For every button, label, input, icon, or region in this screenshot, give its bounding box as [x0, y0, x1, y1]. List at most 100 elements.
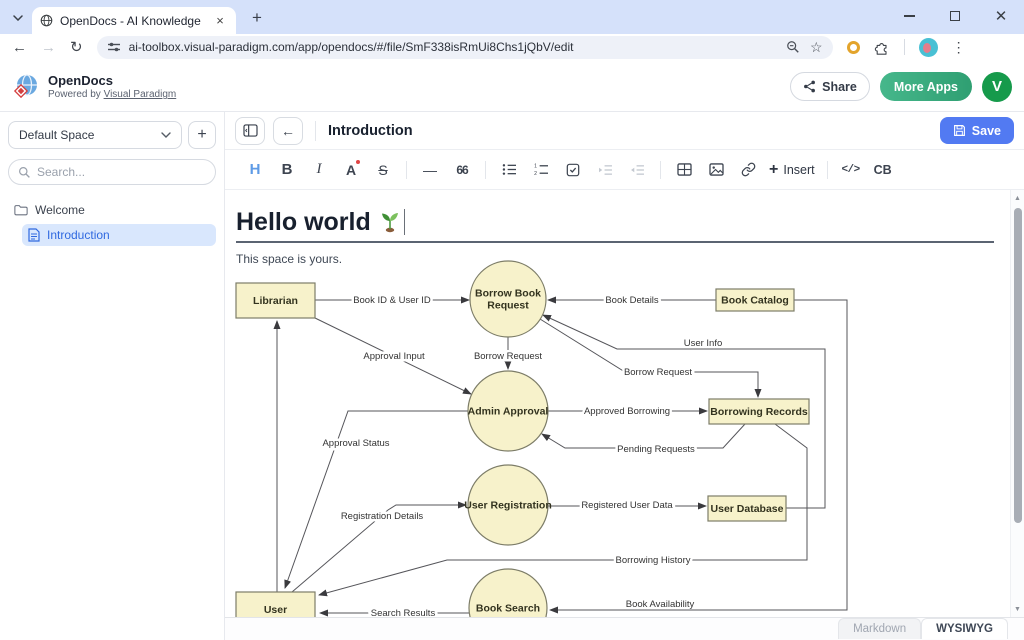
back-button[interactable]: ← [12, 39, 27, 56]
reload-button[interactable]: ↻ [70, 38, 83, 56]
node-user-registration: User Registration [464, 465, 552, 545]
sidebar-item-introduction[interactable]: Introduction [22, 224, 216, 246]
dfd-diagram[interactable]: LibrarianBorrow BookRequestBook CatalogA… [230, 258, 1008, 617]
node-user-database: User Database [708, 496, 786, 521]
chevron-down-icon [161, 132, 171, 138]
text-cursor [404, 209, 406, 235]
search-icon [18, 166, 31, 179]
node-librarian: Librarian [236, 283, 315, 318]
document-heading: Hello world [236, 208, 994, 243]
tree-item-label: Welcome [35, 203, 85, 217]
flow-edge [540, 319, 758, 397]
new-tab-button[interactable]: + [244, 5, 270, 31]
image-icon [709, 163, 724, 176]
scroll-up-icon[interactable]: ▲ [1014, 192, 1021, 204]
chevron-down-icon [13, 15, 23, 21]
close-button[interactable]: ✕ [978, 0, 1024, 32]
outdent-icon [630, 164, 645, 176]
color-dot [356, 160, 360, 164]
globe-favicon [40, 14, 53, 27]
outdent-button[interactable] [624, 157, 650, 183]
document-page[interactable]: Hello world This space is yours. [225, 190, 1010, 617]
search-box[interactable] [8, 159, 216, 185]
flow-label: Approval Status [322, 438, 389, 449]
flow-label: Borrowing History [616, 555, 691, 566]
search-input[interactable] [37, 165, 206, 179]
zoom-out-icon[interactable] [786, 40, 800, 54]
svg-text:2: 2 [534, 171, 537, 176]
node-borrowing-records: Borrowing Records [709, 399, 809, 424]
space-selector[interactable]: Default Space [8, 121, 182, 149]
account-avatar[interactable]: V [982, 72, 1012, 102]
more-apps-button[interactable]: More Apps [880, 72, 972, 101]
browser-tab[interactable]: OpenDocs - AI Knowledge Base × [32, 7, 236, 34]
browser-menu-icon[interactable]: ⋮ [952, 39, 966, 56]
browser-window: OpenDocs - AI Knowledge Base × + ✕ ← → ↻… [0, 0, 1024, 640]
document-icon [28, 228, 40, 242]
formatting-toolbar: H B I A S — 66 12 [225, 150, 1024, 190]
bold-button[interactable]: B [274, 157, 300, 183]
insert-button[interactable]: +Insert [769, 161, 815, 179]
svg-text:Book Catalog: Book Catalog [721, 295, 789, 307]
image-button[interactable] [703, 157, 729, 183]
editor-header: ← Introduction Save [225, 112, 1024, 150]
svg-text:Borrow Book: Borrow Book [475, 288, 541, 300]
inline-code-button[interactable]: </> [838, 157, 864, 183]
link-button[interactable] [735, 157, 761, 183]
horizontal-rule-button[interactable]: — [417, 157, 443, 183]
ordered-list-button[interactable]: 12 [528, 157, 554, 183]
flow-label: Registration Details [341, 511, 424, 522]
tab-title: OpenDocs - AI Knowledge Base [60, 14, 205, 28]
table-icon [677, 163, 692, 176]
svg-text:User Registration: User Registration [464, 500, 552, 512]
bullet-list-icon [502, 163, 517, 176]
tab-close-icon[interactable]: × [212, 13, 228, 29]
checkbox-icon [566, 163, 580, 177]
tab-strip: OpenDocs - AI Knowledge Base × + ✕ [0, 0, 1024, 34]
tab-search-button[interactable] [7, 7, 29, 29]
flow-label: Search Results [371, 608, 436, 617]
seedling-emoji [379, 211, 401, 233]
blockquote-button[interactable]: 66 [449, 157, 475, 183]
vertical-scrollbar[interactable]: ▲ ▼ [1010, 190, 1024, 617]
bookmark-star-icon[interactable]: ☆ [810, 39, 823, 56]
close-icon: ✕ [995, 7, 1008, 25]
bullet-list-button[interactable] [496, 157, 522, 183]
visual-paradigm-link[interactable]: Visual Paradigm [104, 89, 177, 100]
forward-button[interactable]: → [41, 39, 56, 56]
editor-panel: ← Introduction Save H B I A S — 66 [225, 112, 1024, 640]
folder-icon [14, 204, 28, 216]
share-button[interactable]: Share [790, 72, 870, 101]
scrollbar-track[interactable] [1011, 204, 1024, 603]
indent-button[interactable] [592, 157, 618, 183]
code-block-button[interactable]: CB [870, 157, 896, 183]
markdown-mode-button[interactable]: Markdown [838, 618, 921, 639]
add-space-button[interactable]: + [188, 121, 216, 149]
scrollbar-thumb[interactable] [1014, 208, 1022, 523]
back-button[interactable]: ← [273, 117, 303, 145]
minimize-button[interactable] [886, 0, 932, 32]
svg-text:Borrowing Records: Borrowing Records [710, 406, 808, 418]
toggle-sidebar-button[interactable] [235, 117, 265, 145]
extension-badge-icon[interactable] [847, 41, 860, 54]
table-button[interactable] [671, 157, 697, 183]
svg-text:Book Search: Book Search [476, 603, 540, 615]
scroll-down-icon[interactable]: ▼ [1014, 603, 1021, 615]
extensions-puzzle-icon[interactable] [874, 39, 890, 55]
share-icon [803, 80, 816, 93]
heading-button[interactable]: H [242, 157, 268, 183]
task-list-button[interactable] [560, 157, 586, 183]
strikethrough-button[interactable]: S [370, 157, 396, 183]
profile-avatar[interactable] [919, 38, 938, 57]
address-bar[interactable]: ai-toolbox.visual-paradigm.com/app/opend… [97, 36, 833, 59]
save-button[interactable]: Save [940, 117, 1014, 144]
site-info-icon[interactable] [107, 41, 121, 53]
indent-icon [598, 164, 613, 176]
svg-text:Admin Approval: Admin Approval [468, 406, 549, 418]
font-color-button[interactable]: A [338, 157, 364, 183]
header-divider [315, 121, 316, 141]
wysiwyg-mode-button[interactable]: WYSIWYG [921, 618, 1008, 639]
sidebar-item-welcome[interactable]: Welcome [8, 199, 216, 221]
italic-button[interactable]: I [306, 157, 332, 183]
maximize-button[interactable] [932, 0, 978, 32]
